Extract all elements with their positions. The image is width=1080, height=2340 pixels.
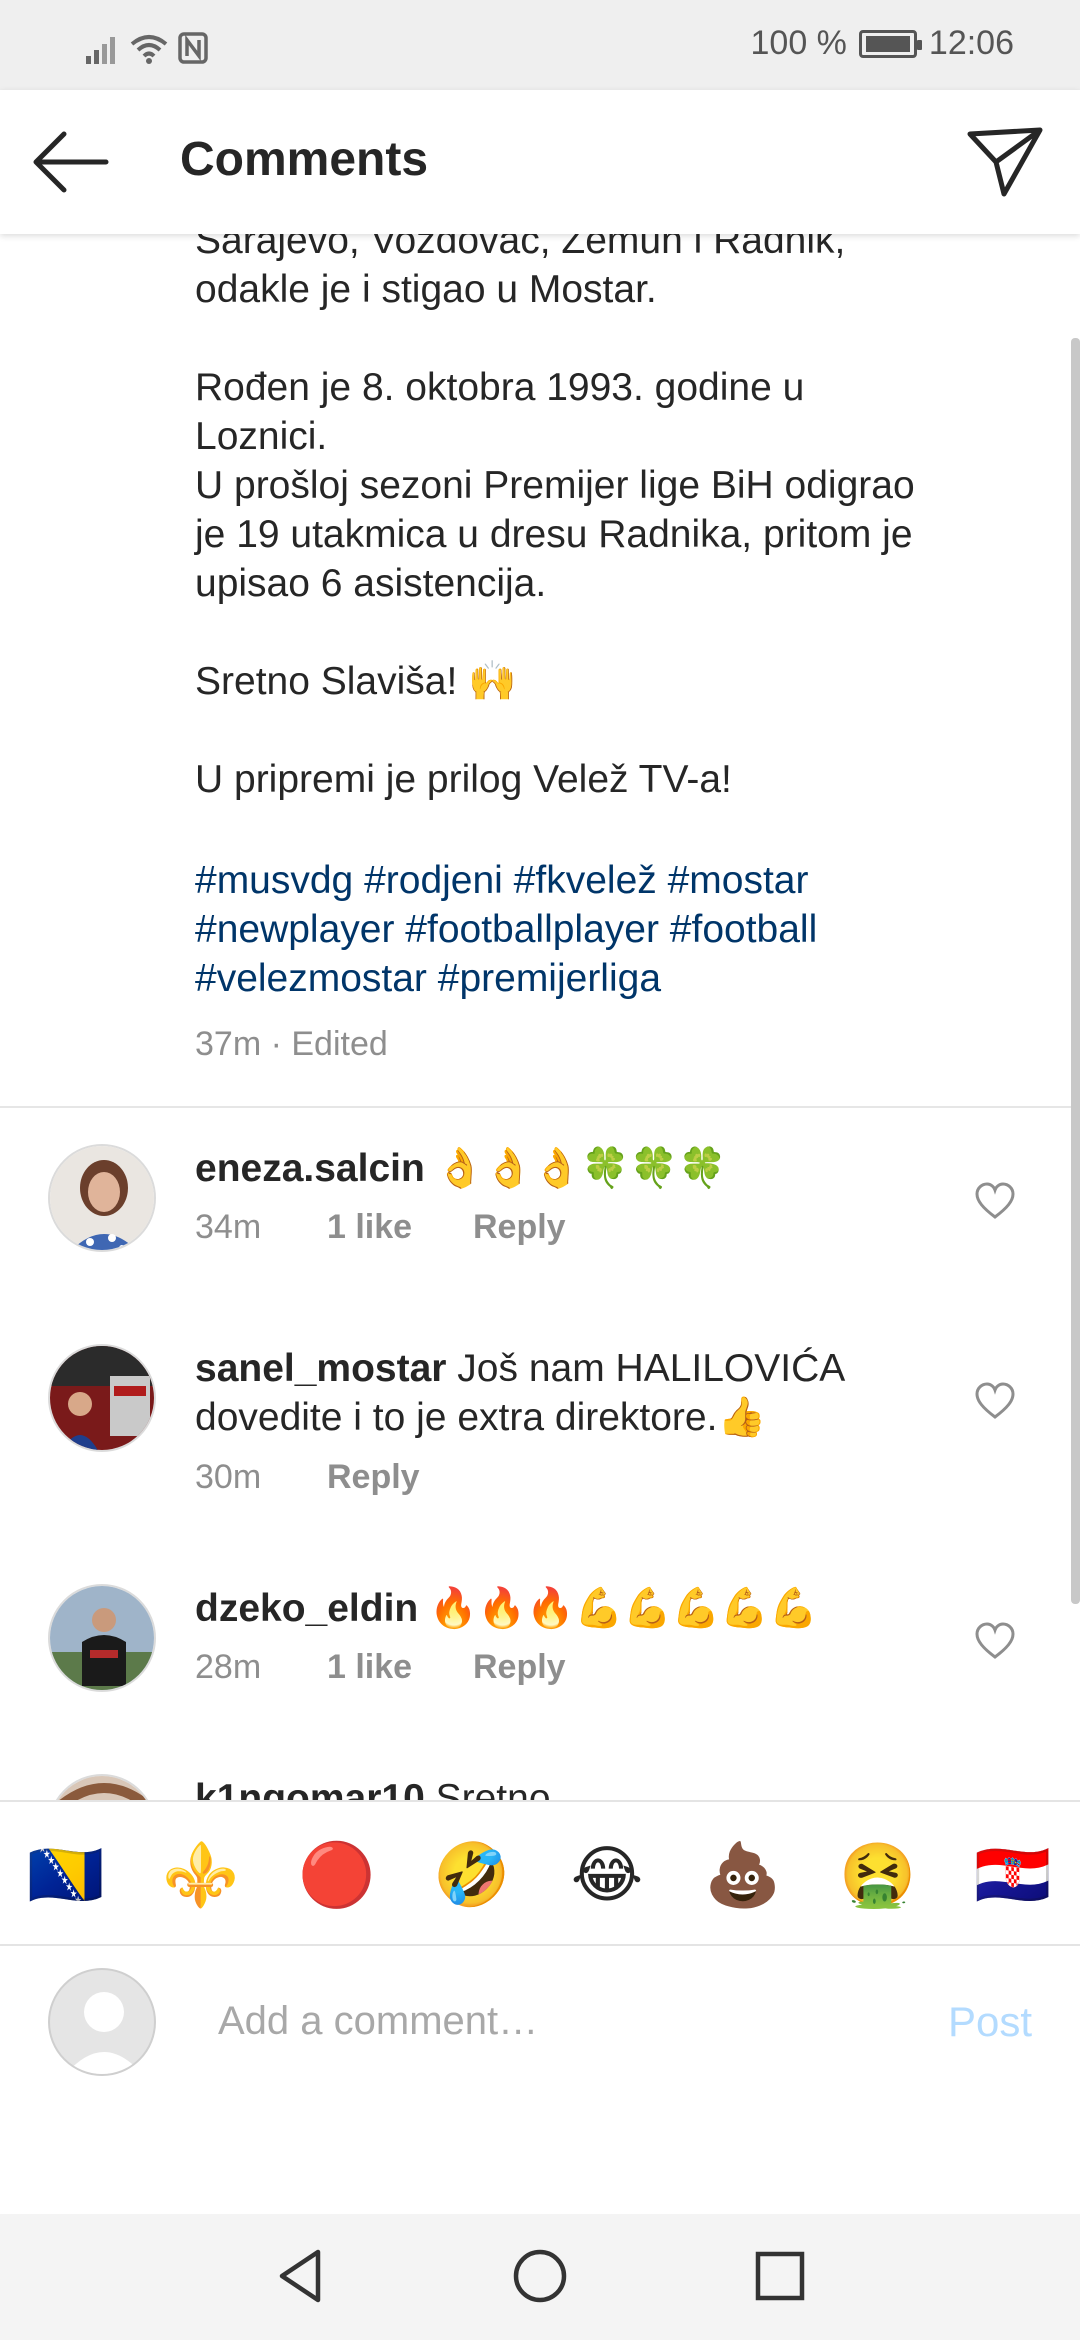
avatar [48,1968,156,2076]
emoji-tears-of-joy[interactable]: 😂 [567,1836,647,1916]
emoji-croatia-flag[interactable]: 🇭🇷 [973,1836,1053,1916]
comment-text: dzeko_eldin 🔥🔥🔥💪💪💪💪💪 [195,1584,955,1633]
emoji-vomiting[interactable]: 🤮 [838,1836,918,1916]
comment-time: 30m [195,1458,262,1496]
comment-meta: 30m Reply [195,1458,420,1497]
comment-text: sanel_mostar Još nam HALILOVIĆA dovedite… [195,1344,955,1442]
reply-button[interactable]: Reply [327,1458,420,1497]
emoji-rofl[interactable]: 🤣 [432,1836,512,1916]
comments-list[interactable]: Sarajevo, Vozdovac, Zemun i Radnik, odak… [0,234,1080,1800]
comment-meta: 34m 1 like Reply [195,1208,566,1247]
avatar[interactable] [48,1344,156,1452]
clock: 12:06 [928,24,1014,62]
comment-text: k1ngomar10 Sretno [195,1774,955,1800]
avatar[interactable] [48,1584,156,1692]
comment-composer: Post [0,1946,1080,2120]
comment-likes[interactable]: 1 like [327,1648,473,1687]
back-arrow-icon[interactable] [30,126,110,198]
comment-username[interactable]: dzeko_eldin [195,1587,418,1630]
post-hashtags[interactable]: #musvdg #rodjeni #fkvelež #mostar #newpl… [195,856,1015,1003]
post-caption: Sarajevo, Vozdovac, Zemun i Radnik, odak… [195,234,915,801]
home-circle-icon[interactable] [508,2244,572,2308]
header: Comments [0,90,1080,234]
battery-percent: 100 % [750,24,847,62]
send-direct-icon[interactable] [964,120,1046,202]
comment-body: 🔥🔥🔥💪💪💪💪💪 [418,1587,818,1630]
reply-button[interactable]: Reply [473,1208,566,1247]
emoji-poop[interactable]: 💩 [703,1836,783,1916]
comment-meta: 28m 1 like Reply [195,1648,566,1687]
page-title: Comments [180,133,429,186]
avatar[interactable] [48,1774,156,1800]
scrollbar[interactable] [1071,338,1080,1604]
battery-icon [858,29,922,58]
comment-input[interactable] [218,1986,878,2056]
back-triangle-icon[interactable] [270,2244,334,2308]
comment-username[interactable]: sanel_mostar [195,1347,446,1390]
recents-square-icon[interactable] [748,2244,812,2308]
signal-icon [86,37,115,64]
comment-username[interactable]: k1ngomar10 [195,1777,425,1800]
caption-timestamp: 37m · Edited [195,1025,388,1063]
emoji-red-circle[interactable]: 🔴 [297,1836,377,1916]
heart-icon[interactable] [974,1382,1016,1420]
emoji-bosnia-flag[interactable]: 🇧🇦 [26,1836,106,1916]
divider [0,1106,1080,1108]
system-nav-bar [0,2214,1080,2340]
emoji-bar: 🇧🇦 ⚜️ 🔴 🤣 😂 💩 🤮 🇭🇷 [0,1800,1080,1946]
status-icons-right: 100 % 12:06 [751,24,1015,63]
comment-time: 34m [195,1208,262,1246]
emoji-fleur-de-lis[interactable]: ⚜️ [161,1836,241,1916]
reply-button[interactable]: Reply [473,1648,566,1687]
nfc-icon [178,32,208,64]
comment-text: eneza.salcin 👌👌👌🍀🍀🍀 [195,1144,955,1193]
comment-username[interactable]: eneza.salcin [195,1147,425,1190]
status-bar: 100 % 12:06 [0,0,1080,90]
comment-likes[interactable]: 1 like [327,1208,473,1247]
heart-icon[interactable] [974,1182,1016,1220]
wifi-icon [130,35,168,64]
post-button[interactable]: Post [948,1998,1032,2046]
heart-icon[interactable] [974,1622,1016,1660]
status-icons-left [86,28,208,64]
comment-time: 28m [195,1648,262,1686]
comment-body: 👌👌👌🍀🍀🍀 [424,1147,727,1190]
avatar[interactable] [48,1144,156,1252]
comment-body: Sretno [424,1777,551,1800]
